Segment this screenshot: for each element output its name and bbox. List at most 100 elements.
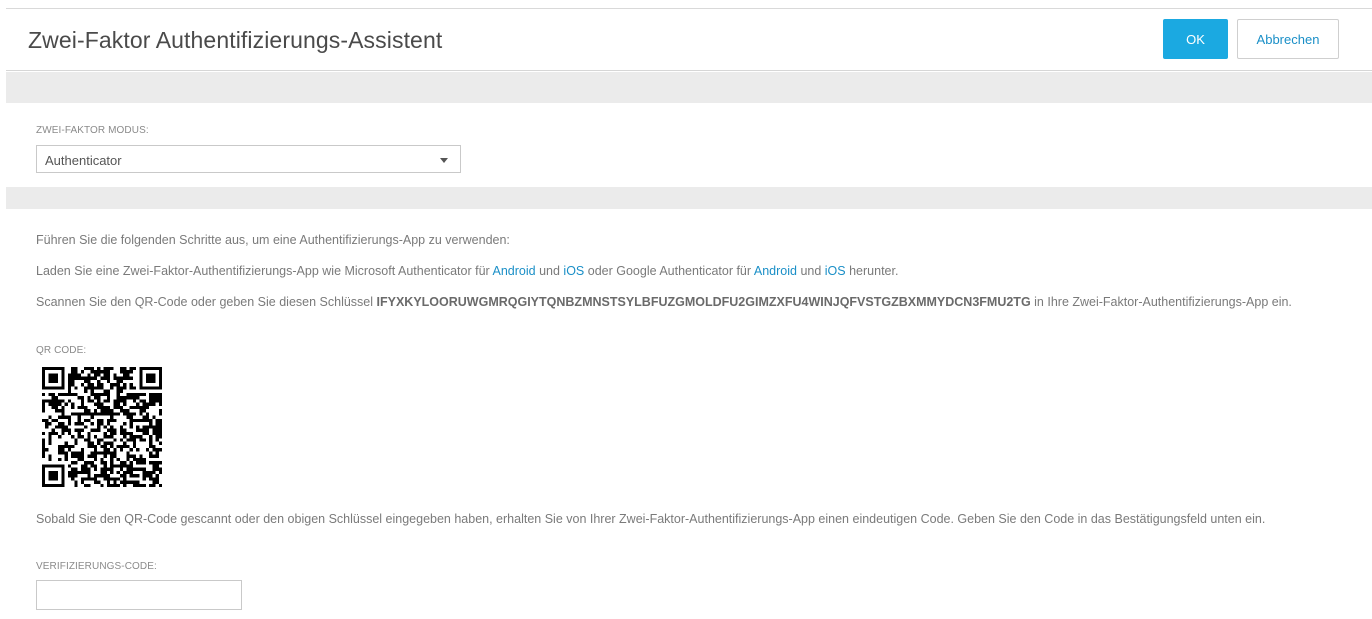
qr-module <box>54 405 59 410</box>
verification-code-input[interactable] <box>36 580 242 610</box>
qr-module <box>48 438 52 442</box>
qr-module <box>77 412 81 416</box>
qr-module <box>61 428 65 432</box>
page-title: Zwei-Faktor Authentifizierungs-Assistent <box>28 27 443 53</box>
qr-module <box>100 370 104 374</box>
qr-module <box>132 441 137 445</box>
qr-module <box>126 412 130 416</box>
qr-module <box>97 474 101 478</box>
qr-module <box>123 412 127 416</box>
qr-module <box>116 386 120 390</box>
qr-module <box>123 370 127 374</box>
qr-module <box>97 392 101 397</box>
qr-module <box>129 367 133 371</box>
qr-module <box>119 405 124 410</box>
ios-link-google[interactable]: iOS <box>825 264 846 278</box>
qr-module <box>80 376 85 380</box>
qr-module <box>84 386 88 390</box>
qr-module <box>132 457 137 462</box>
qr-module <box>123 386 127 390</box>
qr-module <box>67 415 72 419</box>
qr-module <box>106 412 111 416</box>
qr-module <box>149 399 153 403</box>
qr-module <box>45 386 49 390</box>
qr-module <box>77 454 81 458</box>
qr-module <box>123 483 127 487</box>
qr-module <box>42 418 46 423</box>
qr-module <box>113 477 117 481</box>
qr-module <box>119 438 124 442</box>
qr-module <box>61 392 65 397</box>
ok-button[interactable]: OK <box>1163 19 1228 59</box>
qr-module <box>116 392 120 397</box>
qr-module <box>126 392 130 397</box>
qr-module <box>103 467 107 471</box>
qr-module <box>90 370 94 374</box>
qr-module <box>126 370 130 374</box>
qr-module <box>77 422 81 426</box>
qr-module <box>106 370 111 374</box>
qr-module <box>106 367 111 371</box>
qr-module <box>149 444 153 449</box>
qr-module <box>100 412 104 416</box>
after-scan-text: Sobald Sie den QR-Code gescannt oder den… <box>36 512 1266 526</box>
cancel-button[interactable]: Abbrechen <box>1237 19 1339 59</box>
qr-module <box>142 418 146 423</box>
qr-module <box>93 402 98 406</box>
qr-module <box>61 477 65 481</box>
qr-module <box>74 451 78 455</box>
qr-module <box>123 383 127 387</box>
qr-module <box>155 399 159 403</box>
qr-module <box>126 464 130 468</box>
qr-module <box>123 431 127 436</box>
qr-module <box>113 448 117 452</box>
ios-link-microsoft[interactable]: iOS <box>563 264 584 278</box>
qr-module <box>90 454 94 458</box>
qr-module <box>93 412 98 416</box>
qr-module <box>67 418 72 423</box>
qr-module <box>152 367 156 371</box>
qr-module <box>42 470 46 475</box>
qr-module <box>84 464 88 468</box>
verification-label: VERIFIZIERUNGS-CODE: <box>36 561 157 572</box>
android-link-microsoft[interactable]: Android <box>493 264 536 278</box>
qr-module <box>158 383 162 387</box>
qr-module <box>61 412 65 416</box>
qr-module <box>142 467 146 471</box>
qr-module <box>87 379 91 384</box>
mode-select[interactable]: Authenticator <box>36 145 461 173</box>
qr-module <box>61 480 65 484</box>
qr-module <box>129 480 133 484</box>
qr-module <box>116 399 120 403</box>
qr-module <box>152 477 156 481</box>
qr-module <box>48 422 52 426</box>
qr-module <box>155 425 159 429</box>
qr-module <box>113 480 117 484</box>
qr-module <box>90 422 94 426</box>
qr-module <box>106 379 111 384</box>
qr-module <box>106 373 111 377</box>
qr-module <box>158 379 162 384</box>
qr-module <box>119 386 124 390</box>
qr-module <box>136 428 140 432</box>
qr-module <box>126 467 130 471</box>
qr-module <box>155 448 159 452</box>
qr-module <box>100 383 104 387</box>
qr-module <box>129 438 133 442</box>
qr-module <box>155 392 159 397</box>
qr-module <box>64 451 68 455</box>
qr-module <box>87 376 91 380</box>
qr-module <box>48 376 52 380</box>
qr-module <box>145 386 150 390</box>
qr-module <box>158 373 162 377</box>
qr-module <box>54 367 59 371</box>
qr-module <box>64 441 68 445</box>
qr-module <box>77 396 81 400</box>
qr-module <box>71 405 75 410</box>
qr-module <box>132 367 137 371</box>
qr-module <box>74 386 78 390</box>
qr-module <box>123 444 127 449</box>
qr-module <box>110 477 114 481</box>
android-link-google[interactable]: Android <box>754 264 797 278</box>
qr-module <box>93 477 98 481</box>
